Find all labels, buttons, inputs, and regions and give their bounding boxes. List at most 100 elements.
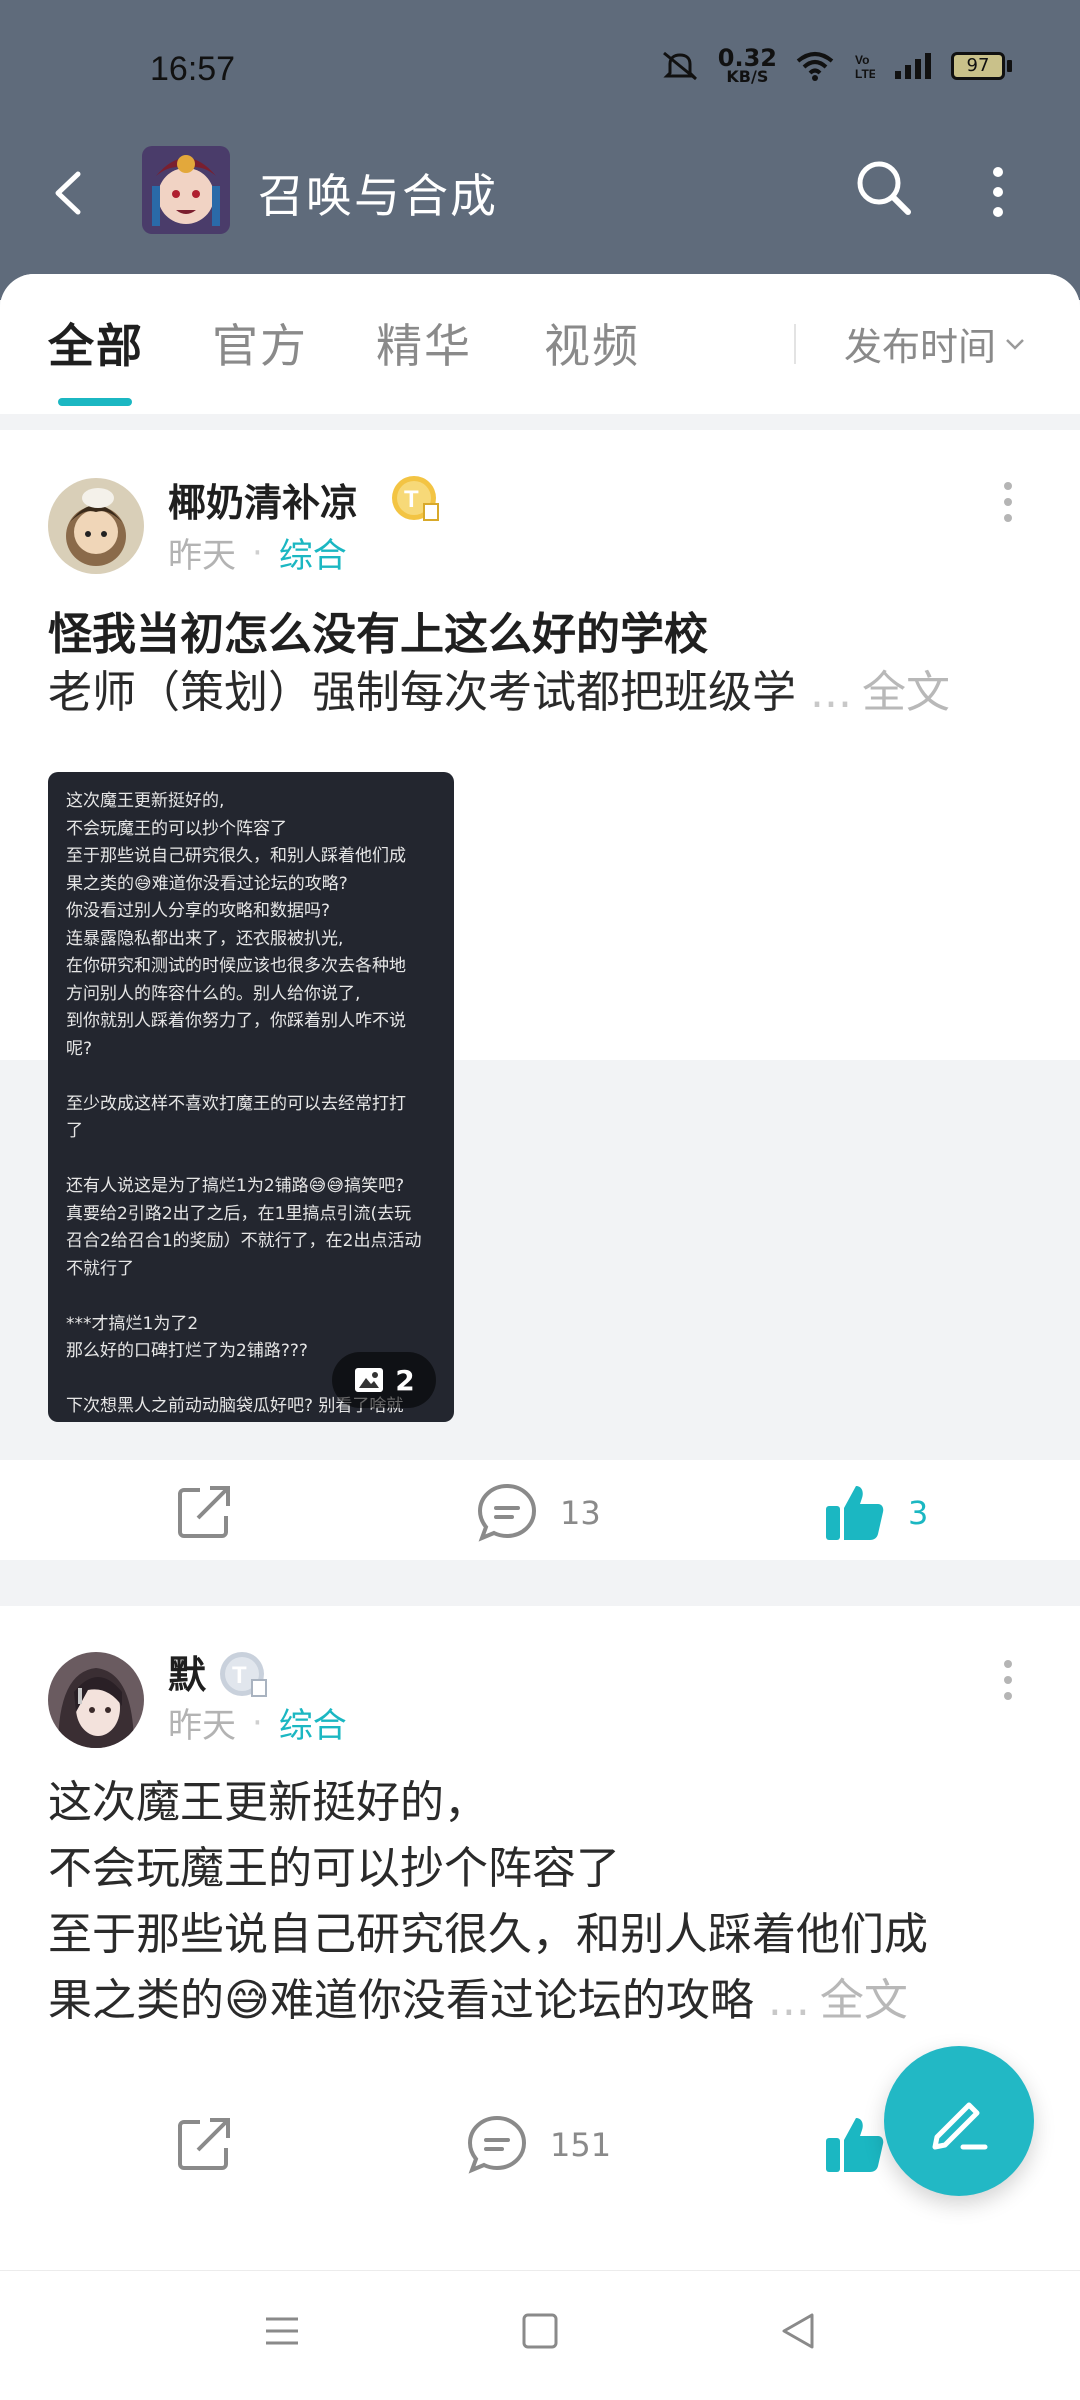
- post-body-line: 这次魔王更新挺好的，: [48, 1777, 488, 1828]
- comment-count: 13: [560, 1494, 601, 1532]
- image-text-line: 真要给2引路2出了之后，在1里搞点引流(去玩: [66, 1203, 412, 1224]
- page-title: 召唤与合成: [258, 169, 498, 223]
- top-nav: 召唤与合成: [0, 140, 1080, 260]
- comment-button[interactable]: 13: [474, 1480, 601, 1546]
- image-count: 2: [395, 1363, 415, 1397]
- post-excerpt[interactable]: 老师（策划）强制每次考试都把班级学 ... 全文: [48, 660, 1028, 726]
- image-text-line: 召合2给召合1的奖励）不就行了，在2出点活动: [66, 1231, 422, 1251]
- tab-featured[interactable]: 精华: [376, 310, 472, 376]
- image-text-line: 不就行了: [66, 1258, 134, 1279]
- post-more-icon[interactable]: [998, 480, 1018, 524]
- tab-all[interactable]: 全部: [48, 310, 144, 376]
- tab-video[interactable]: 视频: [544, 310, 640, 376]
- svg-text:LTE: LTE: [855, 67, 875, 81]
- ellipsis: ...: [767, 1975, 810, 2026]
- image-text-line: 到你就别人踩着你努力了，你踩着别人咋不说: [66, 1011, 406, 1031]
- fulltext-label: 全文: [819, 1975, 908, 2026]
- thumbs-up-icon: [826, 1486, 884, 1540]
- signal-icon: [895, 52, 931, 79]
- network-speed: 0.32 KB/S: [718, 46, 777, 86]
- like-count: 3: [908, 1494, 929, 1532]
- tab-official[interactable]: 官方: [212, 310, 308, 376]
- level-badge-icon: T: [392, 476, 439, 521]
- search-icon[interactable]: [852, 156, 916, 220]
- image-text-line: 还有人说这是为了搞烂1为2铺路😅😅搞笑吧?: [66, 1176, 405, 1196]
- post-body-text: 老师（策划）强制每次考试都把班级学: [48, 667, 796, 718]
- status-icons: 0.32 KB/S Vo LTE 97: [660, 46, 1012, 86]
- post-meta: 昨天 · 综合: [168, 528, 347, 577]
- battery-level: 97: [951, 51, 1005, 80]
- ellipsis: ...: [810, 667, 852, 718]
- image-text-line: 不会玩魔王的可以抄个阵容了: [66, 818, 287, 839]
- compose-button[interactable]: [884, 2046, 1034, 2196]
- mute-bell-icon: [662, 51, 697, 81]
- post-body-line: 至于那些说自己研究很久，和别人踩着他们成: [48, 1909, 928, 1960]
- image-text-line: 果之类的😅难道你没看过论坛的攻略?: [66, 873, 348, 894]
- fulltext-label: 全文: [861, 667, 950, 718]
- wifi-icon: [796, 51, 834, 81]
- image-count-badge: 2: [332, 1352, 436, 1408]
- sort-dropdown[interactable]: 发布时间: [844, 316, 1026, 371]
- post-body-line: 果之类的😅难道你没看过论坛的攻略: [48, 1975, 754, 2026]
- post-excerpt[interactable]: 这次魔王更新挺好的， 不会玩魔王的可以抄个阵容了 至于那些说自己研究很久，和别人…: [48, 1770, 1028, 2034]
- active-tab-indicator: [58, 398, 132, 406]
- comment-count: 151: [550, 2126, 612, 2164]
- speed-unit: KB/S: [726, 66, 769, 86]
- post-category[interactable]: 综合: [279, 528, 347, 577]
- menu-icon[interactable]: [262, 2311, 302, 2351]
- meta-separator: ·: [252, 1702, 263, 1743]
- share-button[interactable]: [172, 2112, 236, 2176]
- post-actions: 13 3: [0, 1460, 1080, 1560]
- battery-icon: 97: [951, 51, 1012, 80]
- sort-label: 发布时间: [844, 325, 997, 369]
- tab-divider: [794, 324, 796, 364]
- post-title[interactable]: 怪我当初怎么没有上这么好的学校: [48, 598, 708, 662]
- read-more-link[interactable]: ... 全文: [810, 667, 950, 718]
- like-button[interactable]: 3: [822, 1480, 928, 1546]
- avatar[interactable]: [48, 1652, 144, 1748]
- post-image[interactable]: 下次想黑人之前动动脑袋瓜好吧? 别看了啥就 那么好的口碑打烂了为2铺路??? ***…: [48, 772, 454, 1422]
- share-button[interactable]: [172, 1480, 236, 1544]
- post-category[interactable]: 综合: [279, 1698, 347, 1747]
- image-text-line: 连暴露隐私都出来了，还衣服被扒光,: [66, 928, 344, 949]
- post-body-line: 不会玩魔王的可以抄个阵容了: [48, 1843, 620, 1894]
- tab-bar: 全部 官方 精华 视频 发布时间: [0, 274, 1080, 414]
- comment-icon: [467, 2115, 527, 2174]
- image-text-line: ***才搞烂1为了2: [66, 1313, 199, 1334]
- chevron-down-icon: [1006, 338, 1024, 350]
- share-icon: [178, 1486, 230, 1538]
- image-text-line: 你没看过别人分享的攻略和数据吗?: [66, 901, 331, 921]
- share-icon: [178, 2118, 230, 2170]
- more-vertical-icon[interactable]: [978, 162, 1018, 222]
- home-square-icon[interactable]: [520, 2311, 560, 2351]
- author-name[interactable]: 默: [168, 1644, 206, 1699]
- image-text-line: 方问别人的阵容什么的。别人给你说了,: [66, 983, 361, 1004]
- svg-text:Vo: Vo: [855, 53, 869, 67]
- image-text-line: 呢?: [66, 1038, 93, 1059]
- game-avatar[interactable]: [142, 146, 230, 234]
- meta-separator: ·: [252, 532, 263, 573]
- image-text-line: 这次魔王更新挺好的,: [66, 791, 225, 811]
- comment-icon: [477, 1483, 537, 1542]
- status-bar: 16:57 0.32 KB/S Vo LTE 97: [0, 0, 1080, 140]
- image-text-line: 至少改成这样不喜欢打魔王的可以去经常打打: [66, 1093, 406, 1114]
- comment-button[interactable]: 151: [464, 2112, 611, 2178]
- back-arrow-icon[interactable]: [42, 166, 96, 220]
- avatar[interactable]: [48, 478, 144, 574]
- post-more-icon[interactable]: [998, 1658, 1018, 1702]
- image-text-line: 至于那些说自己研究很久，和别人踩着他们成: [66, 846, 406, 866]
- image-text-line: 了: [66, 1121, 83, 1141]
- status-time: 16:57: [150, 50, 236, 88]
- like-button[interactable]: [822, 2112, 888, 2178]
- post-meta: 昨天 · 综合: [168, 1698, 347, 1747]
- level-badge-icon: T: [220, 1652, 267, 1697]
- read-more-link[interactable]: ... 全文: [768, 1975, 908, 2026]
- author-name[interactable]: 椰奶清补凉: [168, 472, 358, 527]
- post-date: 昨天: [168, 536, 236, 576]
- system-nav-bar: [0, 2270, 1080, 2400]
- back-triangle-icon[interactable]: [778, 2311, 818, 2351]
- image-icon: [355, 1368, 384, 1392]
- post-date: 昨天: [168, 1706, 236, 1746]
- image-text-line: 在你研究和测试的时候应该也很多次去各种地: [66, 956, 406, 976]
- svg-text:T: T: [404, 486, 419, 513]
